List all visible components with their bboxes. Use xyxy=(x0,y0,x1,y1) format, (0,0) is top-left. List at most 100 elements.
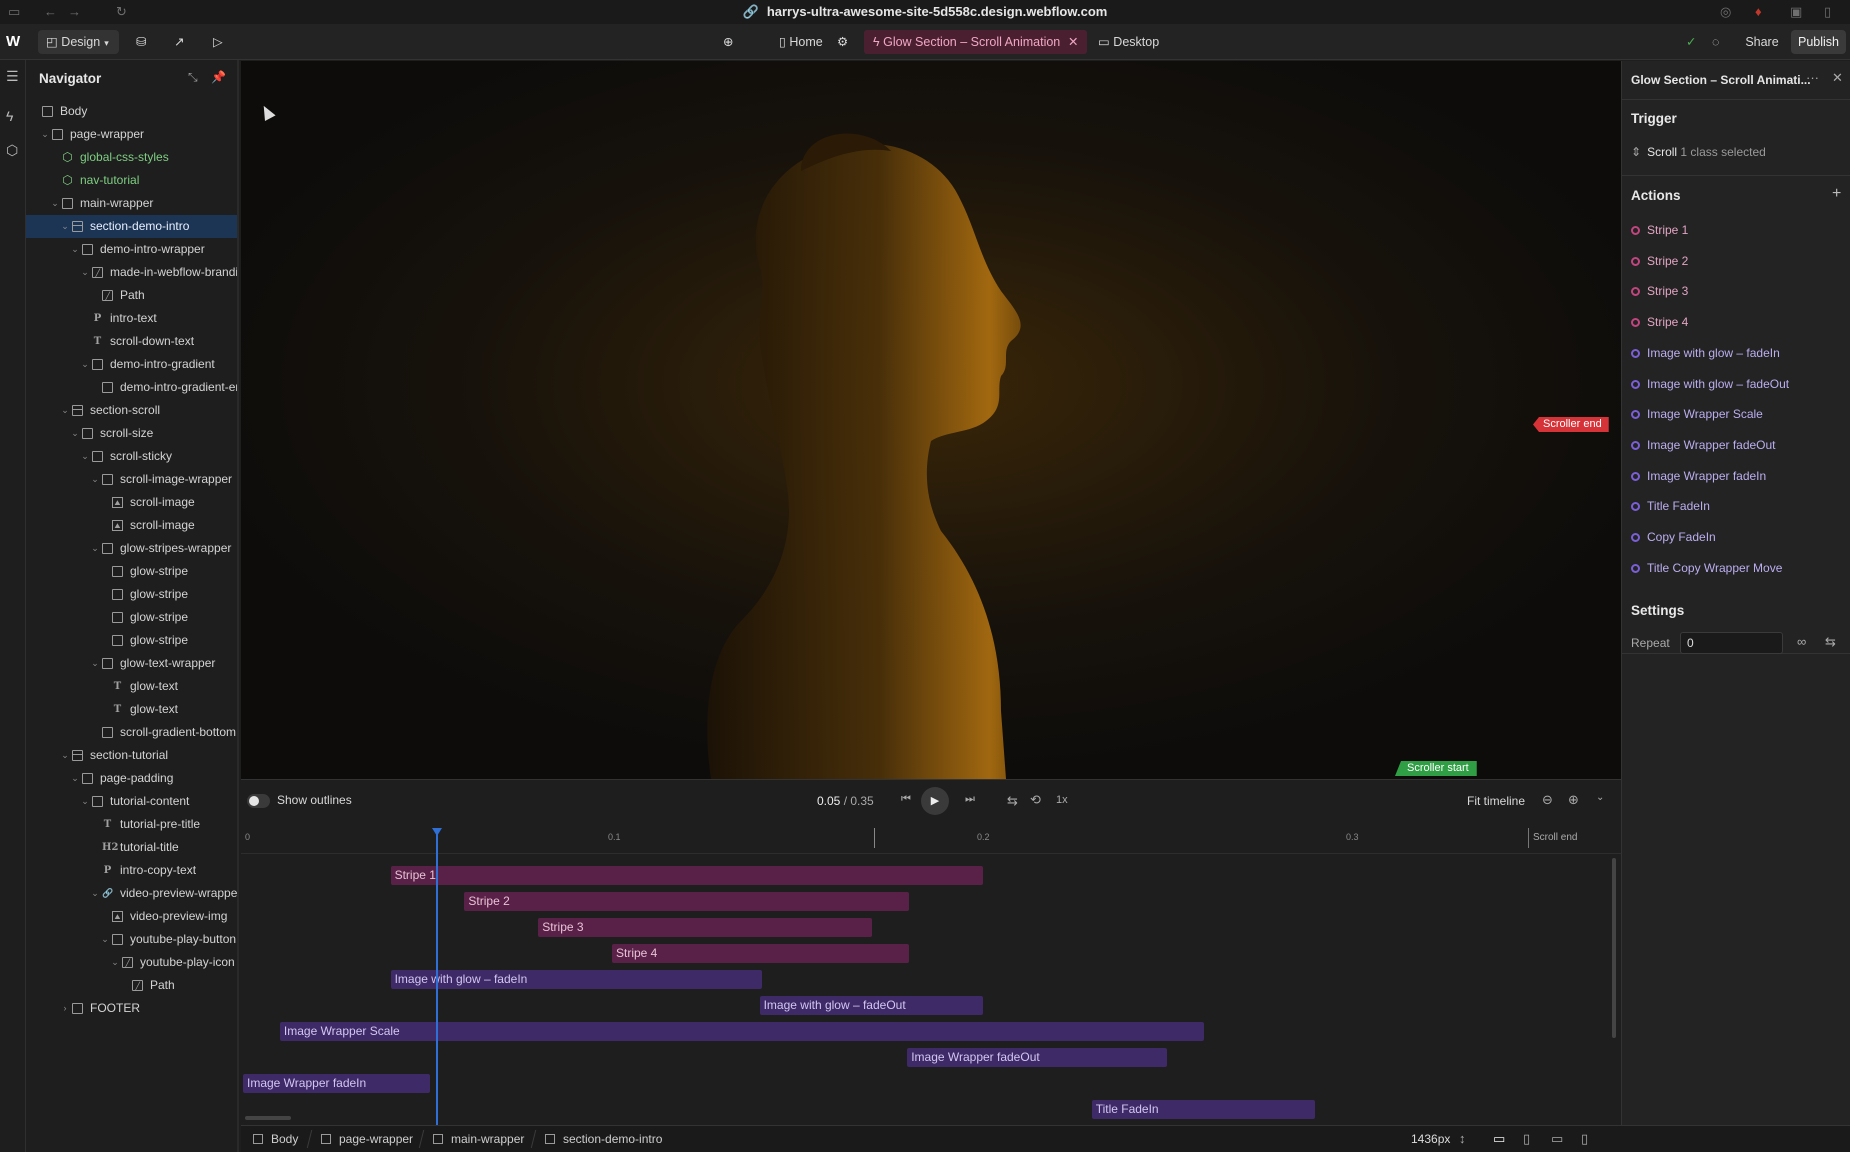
navigator-item-nav-tutorial[interactable]: ⬡ nav-tutorial xyxy=(26,169,237,192)
mode-switcher[interactable]: ◰ Design ▾ xyxy=(38,30,119,54)
timeline-scrollbar[interactable] xyxy=(1612,858,1616,1038)
timeline-horizontal-scrollbar[interactable] xyxy=(245,1116,291,1120)
timeline-track-bar[interactable]: Image Wrapper fadeOut xyxy=(907,1048,1168,1067)
breadcrumb-item[interactable]: section-demo-intro xyxy=(545,1126,662,1152)
show-outlines-toggle[interactable] xyxy=(247,794,270,808)
expand-caret-icon[interactable]: ⌄ xyxy=(100,928,110,951)
url-bar[interactable]: 🔗 harrys-ultra-awesome-site-5d558c.design… xyxy=(0,4,1850,20)
expand-caret-icon[interactable]: ⌄ xyxy=(60,215,70,238)
expand-caret-icon[interactable]: ⌄ xyxy=(80,353,90,376)
active-interaction-pill[interactable]: ϟ Glow Section – Scroll Animation xyxy=(864,30,1087,54)
navigator-icon[interactable]: ☰ xyxy=(6,68,19,85)
publish-button[interactable]: Publish xyxy=(1791,30,1846,54)
webflow-logo-icon[interactable]: W xyxy=(6,24,20,60)
timeline-track-bar[interactable]: Stripe 3 xyxy=(538,918,873,937)
infinite-loop-icon[interactable]: ∞ xyxy=(1797,634,1806,649)
skip-back-icon[interactable]: ⏮ xyxy=(901,793,911,806)
timeline-track-bar[interactable]: Image Wrapper fadeIn xyxy=(243,1074,430,1093)
action-item[interactable]: Stripe 2 xyxy=(1631,251,1688,271)
expand-caret-icon[interactable]: ⌄ xyxy=(90,882,100,905)
expand-caret-icon[interactable]: ⌄ xyxy=(80,790,90,813)
expand-caret-icon[interactable]: ⌄ xyxy=(60,744,70,767)
action-item[interactable]: Title FadeIn xyxy=(1631,496,1710,516)
navigator-item-scroll-size[interactable]: ⌄ scroll-size xyxy=(26,422,237,445)
close-interaction-icon[interactable]: ✕ xyxy=(1068,24,1078,60)
navigator-item-scroll-image[interactable]: ⛰ scroll-image xyxy=(26,491,237,514)
expand-caret-icon[interactable]: ⌄ xyxy=(80,445,90,468)
navigator-item-video-preview-wrapper[interactable]: ⌄ 🔗 video-preview-wrapper xyxy=(26,882,237,905)
navigator-item-demo-intro-wrapper[interactable]: ⌄ demo-intro-wrapper xyxy=(26,238,237,261)
timeline-track-bar[interactable]: Image with glow – fadeIn xyxy=(390,970,762,989)
navigator-item-path[interactable]: ╱ Path xyxy=(26,974,237,997)
navigator-item-intro-text[interactable]: Pintro-text xyxy=(26,307,237,330)
repeat-input[interactable]: 0 xyxy=(1680,632,1783,654)
navigator-item-path[interactable]: ╱ Path xyxy=(26,284,237,307)
camera-icon[interactable]: ◎ xyxy=(1720,4,1731,20)
navigator-item-page-padding[interactable]: ⌄ page-padding xyxy=(26,767,237,790)
navigator-item-scroll-gradient-bottom[interactable]: scroll-gradient-bottom xyxy=(26,721,237,744)
expand-caret-icon[interactable]: ⌄ xyxy=(70,767,80,790)
add-action-icon[interactable]: + xyxy=(1832,185,1841,203)
breadcrumb-item[interactable]: page-wrapper xyxy=(321,1126,413,1152)
analytics-icon[interactable]: ↗ xyxy=(174,24,184,60)
expand-caret-icon[interactable]: ⌄ xyxy=(90,468,100,491)
comments-icon[interactable]: ◌ xyxy=(1712,24,1719,60)
expand-caret-icon[interactable]: ⌄ xyxy=(110,951,120,974)
scroller-start-marker[interactable]: Scroller start xyxy=(1395,761,1477,776)
page-settings-gear-icon[interactable]: ⚙ xyxy=(837,24,848,60)
navigator-item-page-wrapper[interactable]: ⌄ page-wrapper xyxy=(26,123,237,146)
navigator-item-glow-stripe[interactable]: glow-stripe xyxy=(26,606,237,629)
collapse-icon[interactable]: ⤡ xyxy=(188,70,198,85)
action-item[interactable]: Title Copy Wrapper Move xyxy=(1631,558,1782,578)
preview-play-icon[interactable]: ▷ xyxy=(213,24,223,60)
extension-icon[interactable]: ♦ xyxy=(1755,4,1762,19)
navigator-item-glow-text-wrapper[interactable]: ⌄ glow-text-wrapper xyxy=(26,652,237,675)
navigator-item-glow-text[interactable]: Tglow-text xyxy=(26,675,237,698)
navigator-item-tutorial-content[interactable]: ⌄ tutorial-content xyxy=(26,790,237,813)
zoom-out-icon[interactable]: ⊖ xyxy=(1542,792,1553,808)
navigator-item-section-scroll[interactable]: ⌄ section-scroll xyxy=(26,399,237,422)
navigator-item-scroll-down-text[interactable]: Tscroll-down-text xyxy=(26,330,237,353)
interactions-icon[interactable]: ϟ xyxy=(6,108,13,124)
navigator-item-youtube-play-button[interactable]: ⌄ youtube-play-button xyxy=(26,928,237,951)
breadcrumb-item[interactable]: main-wrapper xyxy=(433,1126,524,1152)
navigator-item-youtube-play-icon[interactable]: ⌄ ╱ youtube-play-icon xyxy=(26,951,237,974)
chevron-down-icon[interactable]: ⌄ xyxy=(1596,792,1604,803)
action-item[interactable]: Stripe 1 xyxy=(1631,220,1688,240)
action-item[interactable]: Stripe 4 xyxy=(1631,312,1688,332)
components-icon[interactable]: ⬡ xyxy=(6,142,18,159)
fit-timeline-button[interactable]: Fit timeline xyxy=(1467,794,1525,808)
expand-caret-icon[interactable]: ⌄ xyxy=(70,238,80,261)
action-item[interactable]: Image Wrapper fadeOut xyxy=(1631,435,1776,455)
desktop-breakpoint-icon[interactable]: ▭ xyxy=(1493,1131,1505,1147)
timeline-ruler[interactable]: Scroll end 0 0.1 0.2 0.3 xyxy=(241,822,1621,854)
navigator-item-demo-intro-gradient[interactable]: ⌄ demo-intro-gradient xyxy=(26,353,237,376)
globe-icon[interactable]: ⊕ xyxy=(723,24,733,60)
navigator-item-made-in-webflow-branding[interactable]: ⌄ ╱ made-in-webflow-branding xyxy=(26,261,237,284)
breadcrumb-item[interactable]: Body xyxy=(253,1126,298,1152)
cms-icon[interactable]: ⛁ xyxy=(136,24,146,60)
zoom-in-icon[interactable]: ⊕ xyxy=(1568,792,1579,808)
navigator-item-glow-stripe[interactable]: glow-stripe xyxy=(26,583,237,606)
breakpoint-selector[interactable]: ▭ Desktop xyxy=(1098,24,1159,60)
navigator-item-demo-intro-gradient-end[interactable]: demo-intro-gradient-end xyxy=(26,376,237,399)
navigator-item-global-css-styles[interactable]: ⬡ global-css-styles xyxy=(26,146,237,169)
expand-caret-icon[interactable]: ⌄ xyxy=(90,652,100,675)
navigator-item-section-tutorial[interactable]: ⌄ section-tutorial xyxy=(26,744,237,767)
expand-caret-icon[interactable]: ⌄ xyxy=(50,192,60,215)
reverse-playback-icon[interactable]: ⇆ xyxy=(1007,793,1018,809)
action-item[interactable]: Image with glow – fadeIn xyxy=(1631,343,1780,363)
navigator-item-intro-copy-text[interactable]: Pintro-copy-text xyxy=(26,859,237,882)
timeline-track-bar[interactable]: Image with glow – fadeOut xyxy=(759,996,983,1015)
navigator-item-body[interactable]: Body xyxy=(26,100,237,123)
skip-forward-icon[interactable]: ⏭ xyxy=(965,793,975,806)
navigator-item-tutorial-pre-title[interactable]: Ttutorial-pre-title xyxy=(26,813,237,836)
navigator-item-scroll-image[interactable]: ⛰ scroll-image xyxy=(26,514,237,537)
page-selector[interactable]: ▯ Home xyxy=(779,24,823,60)
width-adjust-icon[interactable]: ↕ xyxy=(1459,1131,1466,1146)
navigator-item-main-wrapper[interactable]: ⌄ main-wrapper xyxy=(26,192,237,215)
timeline-track-bar[interactable]: Title FadeIn xyxy=(1091,1100,1316,1119)
more-options-icon[interactable]: ··· xyxy=(1806,70,1819,85)
expand-caret-icon[interactable]: ⌄ xyxy=(90,537,100,560)
expand-caret-icon[interactable]: ⌄ xyxy=(60,399,70,422)
